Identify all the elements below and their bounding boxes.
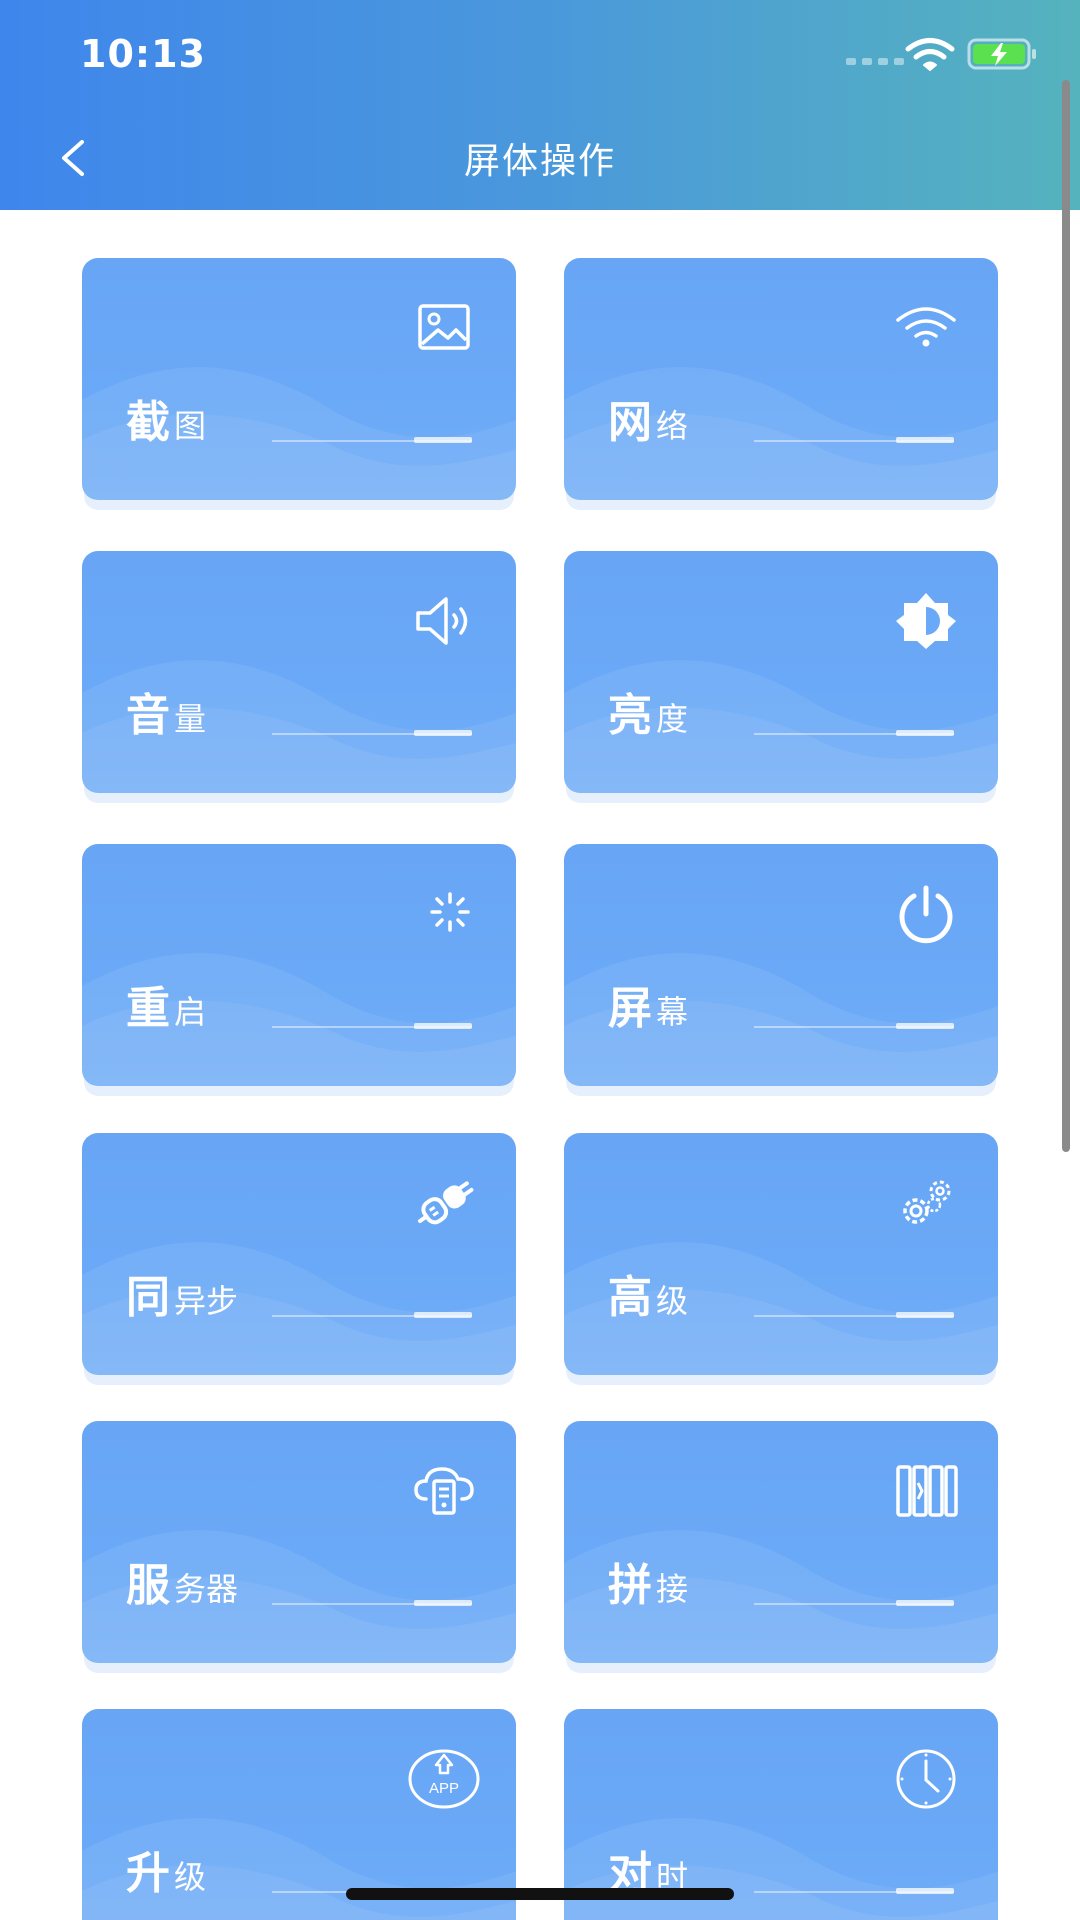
loading-spinner-icon bbox=[430, 892, 470, 932]
restart-card[interactable]: 重启 bbox=[82, 844, 516, 1086]
home-indicator[interactable] bbox=[346, 1888, 734, 1900]
screenshot-card[interactable]: 截图 bbox=[82, 258, 516, 500]
screen-card[interactable]: 屏幕 bbox=[564, 844, 998, 1086]
card-label: 升级 bbox=[126, 1848, 207, 1899]
gears-icon bbox=[903, 1180, 951, 1224]
clock-icon bbox=[896, 1749, 956, 1809]
card-underline bbox=[272, 1312, 472, 1318]
card-label: 亮度 bbox=[608, 690, 689, 741]
splice-card[interactable]: 拼接 bbox=[564, 1421, 998, 1663]
screen: 10:13 屏体操作 截 图 网 络 音 量 亮 度 重 启 屏 幕 同 异步 … bbox=[0, 0, 1080, 1920]
card-label: 服务器 bbox=[126, 1560, 239, 1611]
network-card[interactable]: 网络 bbox=[564, 258, 998, 500]
cloud-server-icon bbox=[414, 1467, 474, 1515]
operation-grid: 截图 网络 音 量 亮 度 重 启 屏 幕 同 异步 高 级 服 务器 拼 接 … bbox=[0, 0, 1080, 1920]
card-label: 网络 bbox=[608, 397, 689, 448]
card-label: 高级 bbox=[608, 1272, 689, 1323]
card-underline bbox=[754, 1888, 954, 1894]
plug-icon bbox=[417, 1181, 474, 1225]
card-underline bbox=[272, 437, 472, 443]
card-label: 拼接 bbox=[608, 1560, 689, 1611]
advanced-card[interactable]: 高级 bbox=[564, 1133, 998, 1375]
power-icon bbox=[899, 885, 953, 944]
splice-panels-icon bbox=[896, 1465, 958, 1517]
svg-text:APP: APP bbox=[429, 1780, 459, 1797]
card-underline bbox=[754, 1312, 954, 1318]
card-label: 截图 bbox=[126, 397, 207, 448]
card-label: 同异步 bbox=[126, 1272, 239, 1323]
server-card[interactable]: 服务器 bbox=[82, 1421, 516, 1663]
card-underline bbox=[754, 730, 954, 736]
speaker-icon bbox=[416, 597, 468, 645]
app-upgrade-icon: APP bbox=[408, 1749, 480, 1809]
volume-card[interactable]: 音量 bbox=[82, 551, 516, 793]
card-underline bbox=[754, 1023, 954, 1029]
card-underline bbox=[754, 437, 954, 443]
card-underline bbox=[272, 1023, 472, 1029]
brightness-icon bbox=[896, 593, 956, 649]
card-underline bbox=[272, 730, 472, 736]
card-label: 屏幕 bbox=[608, 983, 689, 1034]
image-icon bbox=[418, 304, 470, 350]
card-underline bbox=[272, 1600, 472, 1606]
card-label: 重启 bbox=[126, 983, 207, 1034]
sync-async-card[interactable]: 同异步 bbox=[82, 1133, 516, 1375]
wifi-icon bbox=[896, 307, 956, 347]
card-label: 音量 bbox=[126, 690, 207, 741]
card-underline bbox=[754, 1600, 954, 1606]
brightness-card[interactable]: 亮度 bbox=[564, 551, 998, 793]
